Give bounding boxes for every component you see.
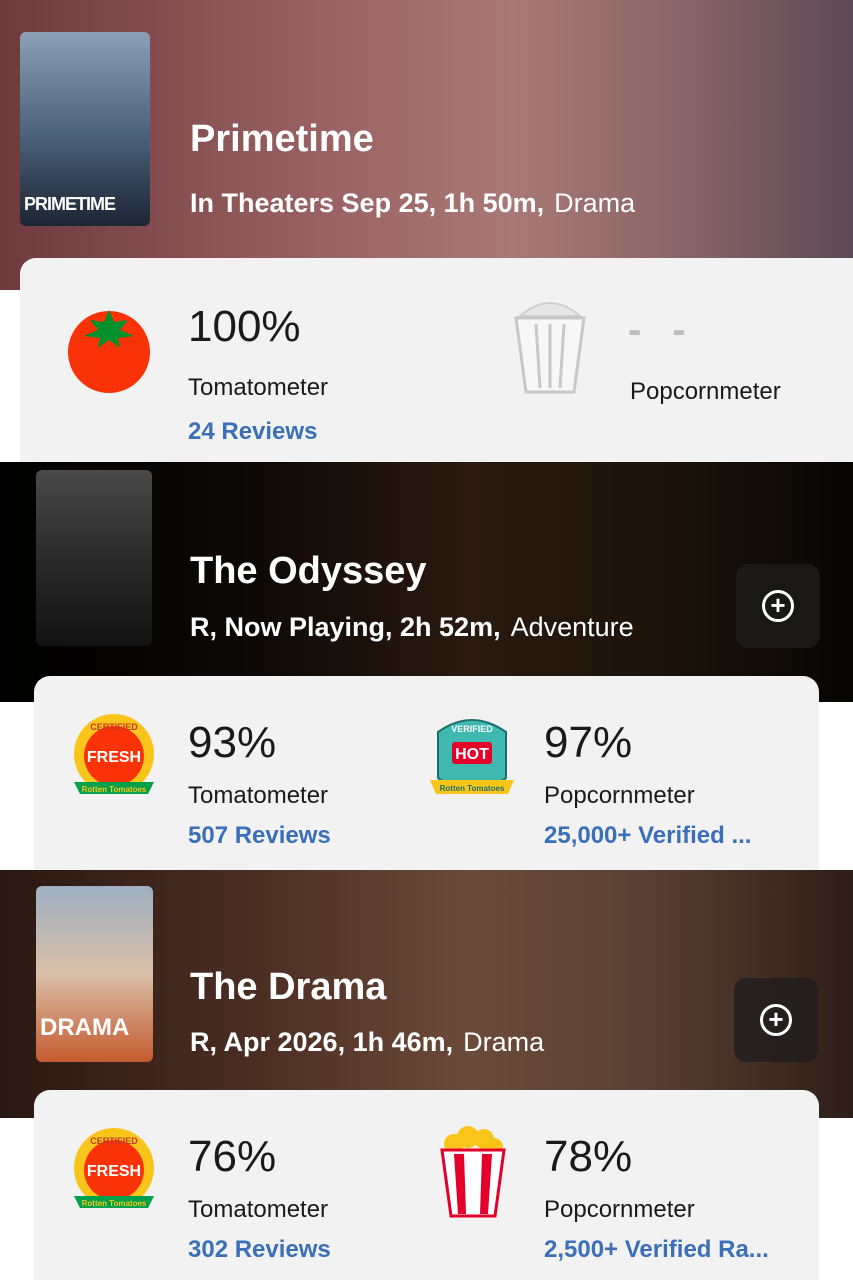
movie-title[interactable]: Primetime — [190, 118, 374, 161]
add-to-watchlist-button[interactable]: + — [734, 978, 818, 1062]
popcornmeter-score: - - — [628, 308, 696, 352]
verified-hot-icon: VERIFIED HOT Rotten Tomatoes — [430, 719, 514, 794]
badge-sub-text: Rotten Tomatoes — [82, 1199, 147, 1208]
badge-top-text: CERTIFIED — [90, 1136, 138, 1146]
popcornmeter-label: Popcornmeter — [544, 782, 695, 809]
scores-card-odyssey[interactable]: CERTIFIED FRESH Rotten Tomatoes 93% Toma… — [34, 676, 819, 870]
movie-genre: Drama — [554, 188, 636, 218]
certified-fresh-icon: CERTIFIED FRESH Rotten Tomatoes — [74, 1128, 154, 1208]
movie-meta: R, Now Playing, 2h 52m, Adventure — [190, 612, 634, 643]
movie-info: In Theaters Sep 25, 1h 50m, — [190, 188, 545, 218]
reviews-link[interactable]: 24 Reviews — [188, 418, 317, 446]
popcornmeter-score: 78% — [544, 1132, 633, 1181]
reviews-link[interactable]: 302 Reviews — [188, 1236, 331, 1264]
movie-info: R, Apr 2026, 1h 46m, — [190, 1027, 454, 1057]
certified-fresh-icon: CERTIFIED FRESH Rotten Tomatoes — [74, 714, 154, 794]
tomatometer-label: Tomatometer — [188, 374, 329, 401]
plus-circle-icon: + — [760, 1004, 792, 1036]
movie-meta: R, Apr 2026, 1h 46m, Drama — [190, 1027, 544, 1058]
movie-title[interactable]: The Odyssey — [190, 550, 427, 593]
poster-drama[interactable]: DRAMA — [36, 886, 153, 1062]
badge-top-text: CERTIFIED — [90, 722, 138, 732]
fresh-tomato-icon — [68, 310, 150, 393]
badge-main-text: FRESH — [87, 749, 141, 766]
movie-title[interactable]: The Drama — [190, 966, 386, 1009]
movie-info: R, Now Playing, 2h 52m, — [190, 612, 501, 642]
verified-ratings-link[interactable]: 2,500+ Verified Ra... — [544, 1236, 769, 1264]
tomatometer-label: Tomatometer — [188, 1196, 329, 1223]
movie-genre: Adventure — [510, 612, 634, 642]
add-to-watchlist-button[interactable]: + — [736, 564, 820, 648]
poster-primetime[interactable]: PRIMETIME — [20, 32, 150, 226]
empty-popcorn-bucket-icon — [514, 302, 586, 394]
verified-ratings-link[interactable]: 25,000+ Verified ... — [544, 822, 751, 850]
poster-title-text: PRIMETIME — [24, 194, 116, 214]
movie-meta: In Theaters Sep 25, 1h 50m, Drama — [190, 188, 635, 219]
tomatometer-score: 76% — [188, 1132, 277, 1181]
scores-card-primetime[interactable]: 100% Tomatometer 24 Reviews - - Popcornm… — [20, 258, 853, 462]
poster-title-text: DRAMA — [40, 1014, 130, 1041]
badge-sub-text: Rotten Tomatoes — [440, 784, 505, 793]
plus-circle-icon: + — [762, 590, 794, 622]
poster-odyssey[interactable] — [36, 470, 152, 646]
badge-main-text: HOT — [455, 746, 489, 763]
reviews-link[interactable]: 507 Reviews — [188, 822, 331, 850]
popcornmeter-label: Popcornmeter — [630, 378, 781, 405]
tomatometer-label: Tomatometer — [188, 782, 329, 809]
badge-main-text: FRESH — [87, 1163, 141, 1180]
full-popcorn-bucket-icon — [440, 1126, 506, 1218]
badge-top-text: VERIFIED — [451, 724, 493, 734]
popcornmeter-score: 97% — [544, 718, 633, 767]
tomatometer-score: 100% — [188, 302, 301, 351]
scores-card-drama[interactable]: CERTIFIED FRESH Rotten Tomatoes 76% Toma… — [34, 1090, 819, 1280]
popcornmeter-label: Popcornmeter — [544, 1196, 695, 1223]
badge-sub-text: Rotten Tomatoes — [82, 785, 147, 794]
tomatometer-score: 93% — [188, 718, 277, 767]
movie-genre: Drama — [463, 1027, 545, 1057]
